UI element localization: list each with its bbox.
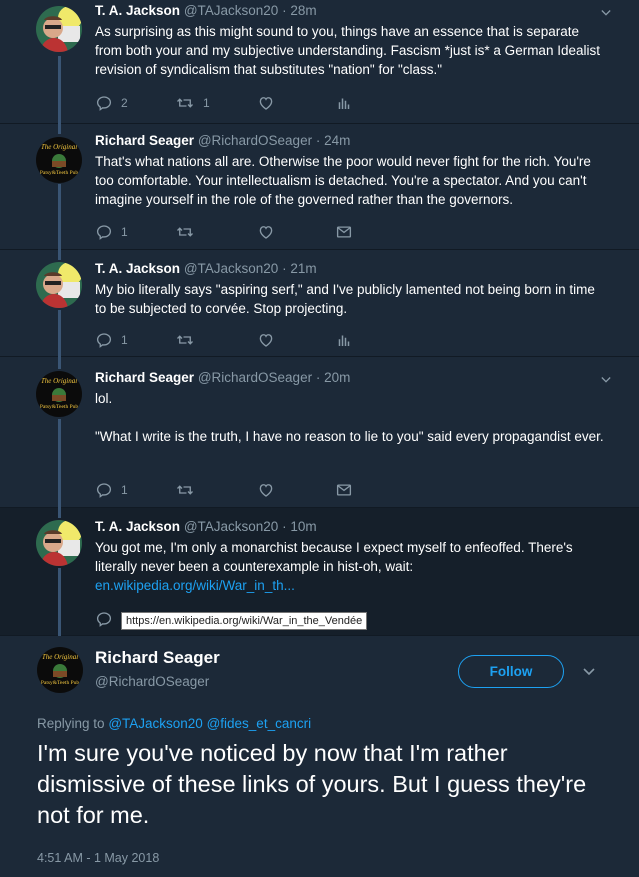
author-handle[interactable]: @TAJackson20 bbox=[184, 261, 279, 276]
retweet-button[interactable] bbox=[175, 331, 257, 349]
reply-button[interactable]: 2 bbox=[95, 94, 175, 112]
reply-icon bbox=[95, 331, 113, 349]
retweet-icon bbox=[175, 331, 195, 349]
analytics-button[interactable] bbox=[335, 94, 353, 112]
author-handle[interactable]: @TAJackson20 bbox=[184, 3, 279, 18]
author-name[interactable]: Richard Seager bbox=[95, 370, 194, 385]
thread-line bbox=[58, 250, 61, 260]
retweet-icon bbox=[175, 223, 195, 241]
thread-line bbox=[58, 56, 61, 124]
reply-icon bbox=[95, 481, 113, 499]
tweet-text-body: You got me, I'm only a monarchist becaus… bbox=[95, 540, 573, 574]
like-icon bbox=[257, 481, 275, 499]
replying-prefix: Replying to bbox=[37, 716, 105, 731]
like-icon bbox=[257, 94, 275, 112]
thread-line bbox=[58, 568, 61, 636]
reply-count: 1 bbox=[121, 225, 128, 239]
replying-to: Replying to @TAJackson20 @fides_et_cancr… bbox=[37, 716, 311, 731]
thread-line bbox=[58, 357, 61, 369]
reply-icon bbox=[95, 223, 113, 241]
author-handle[interactable]: @RichardOSeager bbox=[198, 370, 312, 385]
tweet-time[interactable]: 20m bbox=[324, 370, 350, 385]
separator-dot: · bbox=[282, 3, 287, 18]
avatar[interactable] bbox=[36, 520, 82, 566]
tweet-time[interactable]: 10m bbox=[290, 519, 316, 534]
thread-line bbox=[58, 310, 61, 357]
separator-dot: · bbox=[282, 519, 287, 534]
reply-icon bbox=[95, 610, 113, 628]
tweet[interactable]: T. A. Jackson @TAJackson20 · 28m As surp… bbox=[0, 0, 639, 124]
author-name[interactable]: T. A. Jackson bbox=[95, 519, 180, 534]
analytics-button[interactable] bbox=[335, 331, 353, 349]
reply-button[interactable]: 1 bbox=[95, 331, 175, 349]
retweet-icon bbox=[175, 481, 195, 499]
retweet-count: 1 bbox=[203, 96, 210, 110]
follow-button[interactable]: Follow bbox=[458, 655, 564, 688]
tweet-text: lol. "What I write is the truth, I have … bbox=[95, 391, 604, 444]
tweet[interactable]: Richard Seager @RichardOSeager · 20m lol… bbox=[0, 357, 639, 508]
message-icon bbox=[335, 481, 353, 499]
separator-dot: · bbox=[315, 133, 321, 148]
separator-dot: · bbox=[315, 370, 321, 385]
tweet[interactable]: Richard Seager @RichardOSeager · 24m Tha… bbox=[0, 124, 639, 250]
tweet-text: You got me, I'm only a monarchist becaus… bbox=[95, 538, 609, 595]
author-handle[interactable]: @TAJackson20 bbox=[184, 519, 279, 534]
reply-mention-link[interactable]: @TAJackson20 bbox=[108, 716, 203, 731]
author-name[interactable]: T. A. Jackson bbox=[95, 261, 180, 276]
reply-icon bbox=[95, 94, 113, 112]
thread-line bbox=[58, 124, 61, 134]
author-name[interactable]: T. A. Jackson bbox=[95, 3, 180, 18]
retweet-button[interactable]: 1 bbox=[175, 94, 257, 112]
avatar[interactable] bbox=[36, 371, 82, 417]
retweet-button[interactable] bbox=[175, 481, 257, 499]
focused-tweet: Richard Seager @RichardOSeager Follow Re… bbox=[0, 636, 639, 877]
wikipedia-link[interactable]: en.wikipedia.org/wiki/War_in_th... bbox=[95, 578, 295, 593]
retweet-icon bbox=[175, 94, 195, 112]
avatar[interactable] bbox=[36, 6, 82, 52]
tweet-timestamp[interactable]: 4:51 AM - 1 May 2018 bbox=[37, 851, 159, 865]
message-button[interactable] bbox=[335, 223, 353, 241]
thread-line bbox=[58, 419, 61, 508]
reply-button[interactable]: 1 bbox=[95, 481, 175, 499]
thread-line bbox=[58, 508, 61, 518]
author-name[interactable]: Richard Seager bbox=[95, 648, 220, 668]
author-name[interactable]: Richard Seager bbox=[95, 133, 194, 148]
message-button[interactable] bbox=[335, 481, 353, 499]
reply-count: 1 bbox=[121, 483, 128, 497]
tweet-text: That's what nations all are. Otherwise t… bbox=[95, 154, 591, 207]
tweet-text: As surprising as this might sound to you… bbox=[95, 24, 600, 77]
like-button[interactable] bbox=[257, 94, 335, 112]
tweet-text: I'm sure you've noticed by now that I'm … bbox=[37, 740, 587, 828]
like-button[interactable] bbox=[257, 481, 335, 499]
author-handle[interactable]: @RichardOSeager bbox=[198, 133, 312, 148]
reply-count: 2 bbox=[121, 96, 128, 110]
tweet-time[interactable]: 28m bbox=[290, 3, 316, 18]
reply-button[interactable]: 1 bbox=[95, 223, 175, 241]
like-button[interactable] bbox=[257, 223, 335, 241]
avatar[interactable] bbox=[37, 647, 83, 693]
message-icon bbox=[335, 223, 353, 241]
like-icon bbox=[257, 331, 275, 349]
link-tooltip: https://en.wikipedia.org/wiki/War_in_the… bbox=[121, 612, 368, 630]
author-handle[interactable]: @RichardOSeager bbox=[95, 674, 209, 689]
tweet[interactable]: T. A. Jackson @TAJackson20 · 21m My bio … bbox=[0, 250, 639, 357]
avatar[interactable] bbox=[36, 262, 82, 308]
tweet-time[interactable]: 24m bbox=[324, 133, 350, 148]
avatar[interactable] bbox=[36, 137, 82, 183]
like-icon bbox=[257, 223, 275, 241]
thread-line bbox=[58, 184, 61, 250]
tweet-text: My bio literally says "aspiring serf," a… bbox=[95, 282, 595, 316]
reply-count: 1 bbox=[121, 333, 128, 347]
analytics-icon bbox=[335, 331, 353, 349]
retweet-button[interactable] bbox=[175, 223, 257, 241]
separator-dot: · bbox=[282, 261, 287, 276]
like-button[interactable] bbox=[257, 331, 335, 349]
analytics-icon bbox=[335, 94, 353, 112]
reply-mention-link[interactable]: @fides_et_cancri bbox=[207, 716, 312, 731]
tweet-time[interactable]: 21m bbox=[290, 261, 316, 276]
chevron-down-icon[interactable] bbox=[583, 668, 595, 676]
